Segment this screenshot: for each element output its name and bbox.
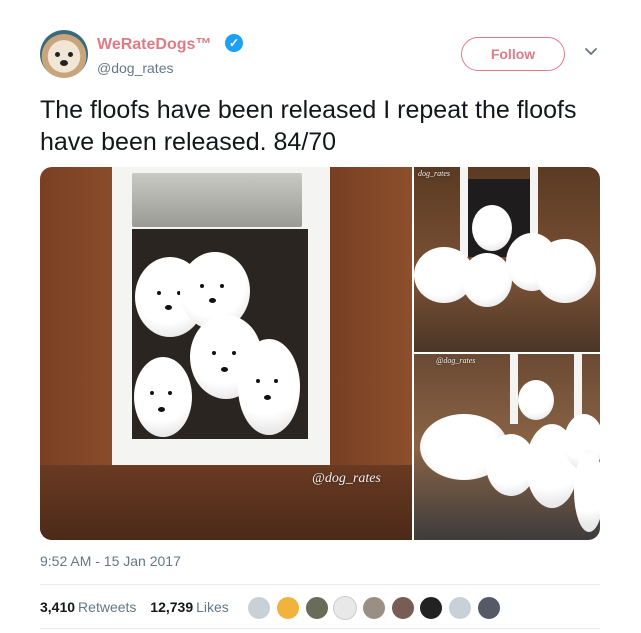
watermark: @dog_rates [312,471,381,486]
avatar-eye [55,52,60,57]
likes-count: 12,739 [150,599,194,615]
verified-badge-icon: ✓ [225,34,243,52]
puppy [472,205,512,251]
liker-avatar[interactable] [333,596,357,620]
puppy [574,450,600,532]
retweets-label: Retweets [78,599,137,615]
retweets-stat[interactable]: 3,410 Retweets [40,599,136,615]
puppy [518,380,554,420]
engagement-stats: 3,410 Retweets 12,739 Likes [40,599,229,615]
avatar-eye [68,52,73,57]
door-frame [510,354,518,424]
photo-main[interactable]: @dog_rates [40,167,412,540]
author-name[interactable]: WeRateDogs™ [97,36,211,54]
tweet-text: The floofs have been released I repeat t… [40,96,577,156]
media-grid: @dog_rates dog_rates @dog_rates [40,167,600,540]
tweet-card: WeRateDogs™ ✓ @dog_rates Follow The floo… [0,0,641,633]
retweets-count: 3,410 [40,599,76,615]
likes-label: Likes [196,599,229,615]
photo-top-right[interactable]: dog_rates [414,167,600,352]
door-flap [132,173,302,227]
divider [40,584,600,585]
liker-avatar[interactable] [391,596,415,620]
puppy [534,239,596,303]
liker-avatar[interactable] [448,596,472,620]
avatar-nose [60,60,68,66]
puppy [134,357,192,437]
tweet-timestamp[interactable]: 9:52 AM - 15 Jan 2017 [40,553,181,569]
watermark: @dog_rates [436,356,476,365]
likes-stat[interactable]: 12,739 Likes [150,599,229,615]
author-avatar[interactable] [40,30,88,78]
liker-avatar[interactable] [477,596,501,620]
watermark: dog_rates [418,169,450,178]
liker-avatar[interactable] [276,596,300,620]
door-frame [460,167,468,257]
liker-avatar[interactable] [419,596,443,620]
liker-avatar[interactable] [362,596,386,620]
chevron-down-icon[interactable] [583,44,599,60]
puppy [238,339,300,435]
follow-button[interactable]: Follow [461,37,565,71]
liker-avatar[interactable] [247,596,271,620]
divider [40,628,600,629]
liker-avatar[interactable] [305,596,329,620]
photo-bottom-right[interactable]: @dog_rates [414,354,600,540]
puppy [462,253,512,307]
author-handle[interactable]: @dog_rates [97,60,173,76]
